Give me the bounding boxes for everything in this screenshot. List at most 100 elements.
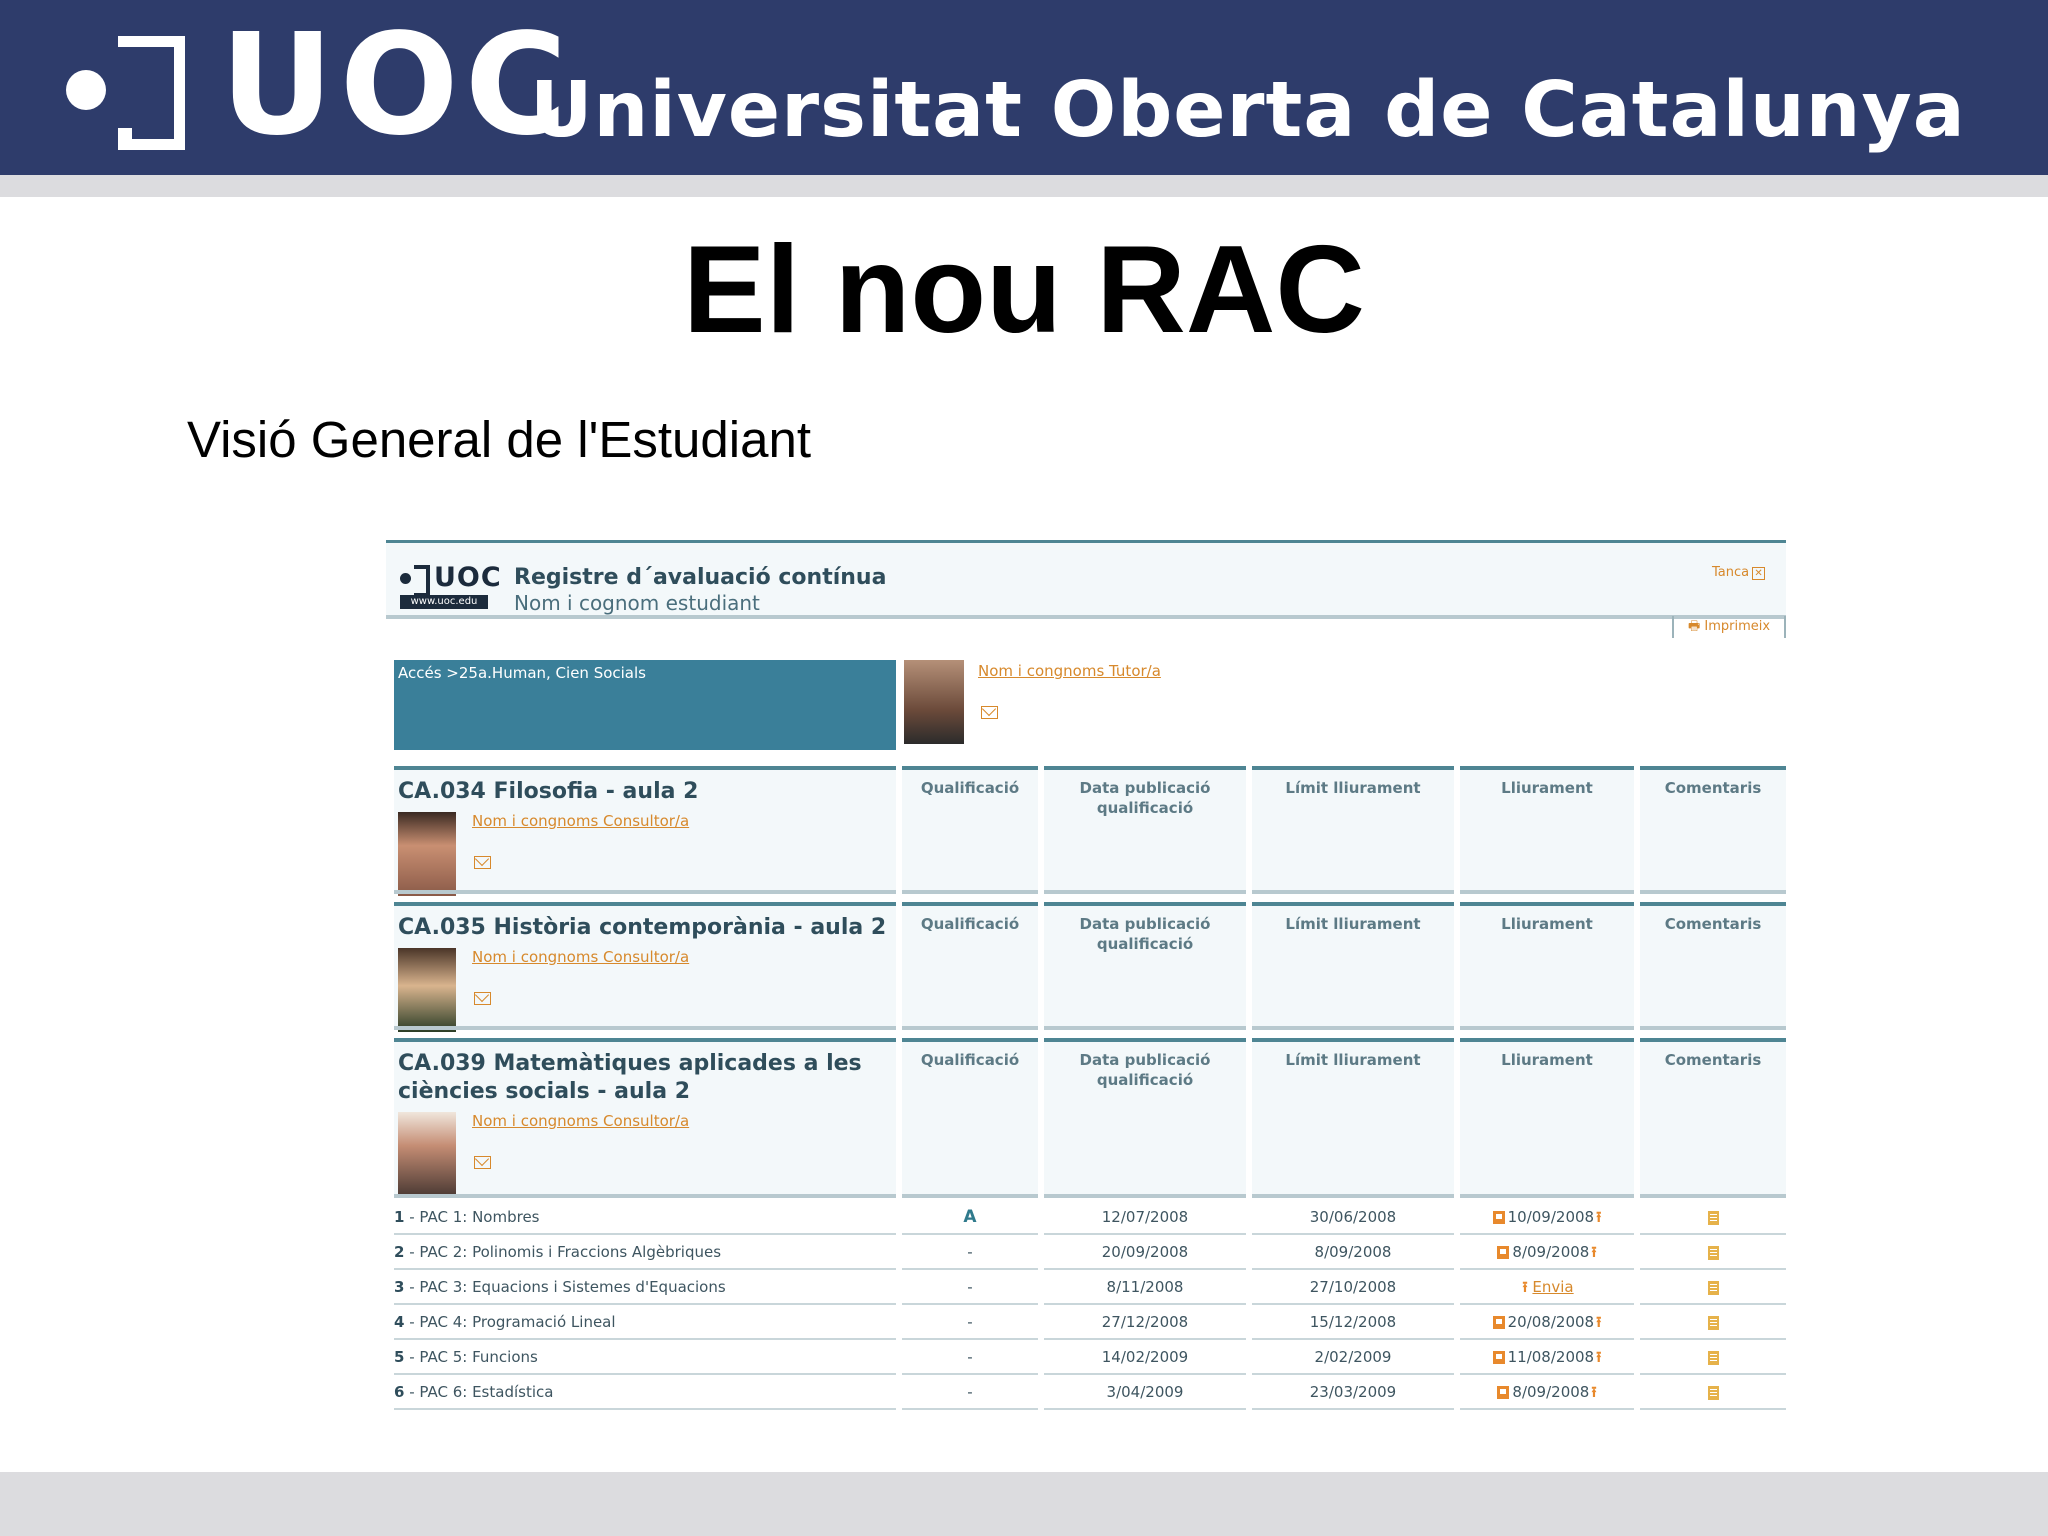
tutor-link[interactable]: Nom i congnoms Tutor/a (978, 662, 1161, 680)
pac-delivery: 11/08/2008 (1507, 1348, 1595, 1366)
pac-grade: - (902, 1270, 1038, 1305)
col-header-comments: Comentaris (1664, 1051, 1762, 1069)
comment-icon[interactable] (1707, 1280, 1719, 1295)
pac-name: - PAC 6: Estadística (404, 1383, 554, 1401)
rac-header: UOC www.uoc.edu Registre d´avaluació con… (386, 540, 1786, 619)
consultor-link[interactable]: Nom i congnoms Consultor/a (472, 948, 689, 966)
upload-icon[interactable]: ⭱ (1591, 1375, 1596, 1409)
pac-limit: 30/06/2008 (1252, 1200, 1454, 1235)
download-icon[interactable] (1492, 1316, 1505, 1329)
pac-grade: - (902, 1375, 1038, 1410)
col-header-limit: Límit lliurament (1285, 779, 1421, 797)
download-icon[interactable] (1492, 1211, 1505, 1224)
pac-number: 3 (394, 1278, 405, 1296)
pac-row: 4 - PAC 4: Programació Lineal - 27/12/20… (394, 1305, 1786, 1340)
col-header-grade: Qualificació (920, 779, 1020, 797)
upload-icon[interactable]: ⭱ (1596, 1340, 1601, 1374)
upload-icon[interactable]: ⭱ (1591, 1235, 1596, 1269)
download-icon[interactable] (1497, 1386, 1510, 1399)
col-header-comments: Comentaris (1664, 779, 1762, 797)
comment-icon[interactable] (1707, 1350, 1719, 1365)
pac-row: 3 - PAC 3: Equacions i Sistemes d'Equaci… (394, 1270, 1786, 1305)
course-title: CA.034 Filosofia - aula 2 (398, 779, 699, 804)
col-header-published: Data publicació qualificació (1079, 1051, 1211, 1089)
pac-number: 6 (394, 1383, 405, 1401)
col-header-limit: Límit lliurament (1285, 915, 1421, 933)
pac-row: 2 - PAC 2: Polinomis i Fraccions Algèbri… (394, 1235, 1786, 1270)
pac-grade: - (902, 1235, 1038, 1270)
close-label: Tanca (1712, 565, 1750, 580)
course-block: CA.035 Història contemporània - aula 2 N… (394, 902, 1786, 1032)
col-header-published: Data publicació qualificació (1079, 915, 1211, 953)
consultor-avatar (398, 812, 456, 896)
pac-name: - PAC 2: Polinomis i Fraccions Algèbriqu… (404, 1243, 722, 1261)
header-banner: UOC Universitat Oberta de Catalunya (0, 0, 2048, 175)
col-header-delivery: Lliurament (1501, 779, 1593, 797)
pac-delivery: 10/09/2008 (1507, 1208, 1595, 1226)
consultor-link[interactable]: Nom i congnoms Consultor/a (472, 1112, 689, 1130)
pac-delivery: 8/09/2008 (1512, 1383, 1590, 1401)
col-header-grade: Qualificació (920, 915, 1020, 933)
consultor-mail-icon[interactable] (474, 1156, 491, 1169)
tutor-mail-icon[interactable] (981, 706, 998, 719)
pac-grade: A (963, 1207, 977, 1227)
university-name: Universitat Oberta de Catalunya (530, 66, 1966, 155)
close-button[interactable]: Tanca ✕ (1712, 565, 1766, 580)
pac-published: 20/09/2008 (1044, 1235, 1246, 1270)
uoc-logo-icon (66, 36, 186, 150)
comment-icon[interactable] (1707, 1245, 1719, 1260)
col-header-comments: Comentaris (1664, 915, 1762, 933)
print-label: Imprimeix (1704, 619, 1771, 634)
course-title: CA.035 Història contemporània - aula 2 (398, 915, 887, 940)
pac-delivery: 8/09/2008 (1512, 1243, 1590, 1261)
pac-published: 12/07/2008 (1044, 1200, 1246, 1235)
col-header-published: Data publicació qualificació (1079, 779, 1211, 817)
upload-icon[interactable]: ⭱ (1596, 1305, 1601, 1339)
pac-number: 1 (394, 1208, 405, 1226)
pac-limit: 23/03/2009 (1252, 1375, 1454, 1410)
logo-text: UOC (220, 4, 574, 167)
rac-logo-url: www.uoc.edu (400, 595, 488, 609)
send-link[interactable]: Envia (1532, 1278, 1573, 1296)
slide-title: El nou RAC (683, 221, 1365, 359)
upload-icon[interactable]: ⭱ (1596, 1200, 1601, 1234)
pac-row: 6 - PAC 6: Estadística - 3/04/2009 23/03… (394, 1375, 1786, 1410)
col-header-delivery: Lliurament (1501, 1051, 1593, 1069)
pac-grade: - (902, 1305, 1038, 1340)
comment-icon[interactable] (1707, 1210, 1719, 1225)
pac-limit: 15/12/2008 (1252, 1305, 1454, 1340)
pac-name: - PAC 3: Equacions i Sistemes d'Equacion… (404, 1278, 726, 1296)
pac-row: 1 - PAC 1: Nombres A 12/07/2008 30/06/20… (394, 1200, 1786, 1235)
rac-title: Registre d´avaluació contínua (514, 565, 887, 590)
pac-number: 5 (394, 1348, 405, 1366)
pac-grade: - (902, 1340, 1038, 1375)
pac-published: 14/02/2009 (1044, 1340, 1246, 1375)
upload-icon[interactable]: ⭱ (1522, 1270, 1527, 1304)
col-header-limit: Límit lliurament (1285, 1051, 1421, 1069)
tutor-avatar (904, 660, 964, 744)
slide-subtitle: Visió General de l'Estudiant (187, 411, 812, 468)
pac-published: 27/12/2008 (1044, 1305, 1246, 1340)
download-icon[interactable] (1497, 1246, 1510, 1259)
course-title: CA.039 Matemàtiques aplicades a les cièn… (398, 1051, 862, 1104)
pac-number: 2 (394, 1243, 405, 1261)
course-block: CA.039 Matemàtiques aplicades a les cièn… (394, 1038, 1786, 1198)
consultor-mail-icon[interactable] (474, 992, 491, 1005)
access-label: Accés >25a.Human, Cien Socials (398, 664, 646, 682)
comment-icon[interactable] (1707, 1385, 1719, 1400)
close-icon: ✕ (1752, 567, 1766, 580)
printer-icon: 🖶 (1687, 619, 1701, 634)
consultor-avatar (398, 1112, 456, 1196)
consultor-link[interactable]: Nom i congnoms Consultor/a (472, 812, 689, 830)
rac-screenshot: UOC www.uoc.edu Registre d´avaluació con… (386, 540, 1788, 1420)
col-header-delivery: Lliurament (1501, 915, 1593, 933)
pac-number: 4 (394, 1313, 405, 1331)
consultor-mail-icon[interactable] (474, 856, 491, 869)
comment-icon[interactable] (1707, 1315, 1719, 1330)
footer-band (0, 1472, 2048, 1536)
access-box: Accés >25a.Human, Cien Socials (394, 660, 896, 750)
pac-delivery: 20/08/2008 (1507, 1313, 1595, 1331)
pac-name: - PAC 5: Funcions (404, 1348, 538, 1366)
download-icon[interactable] (1492, 1351, 1505, 1364)
print-button[interactable]: 🖶 Imprimeix (1672, 616, 1786, 638)
